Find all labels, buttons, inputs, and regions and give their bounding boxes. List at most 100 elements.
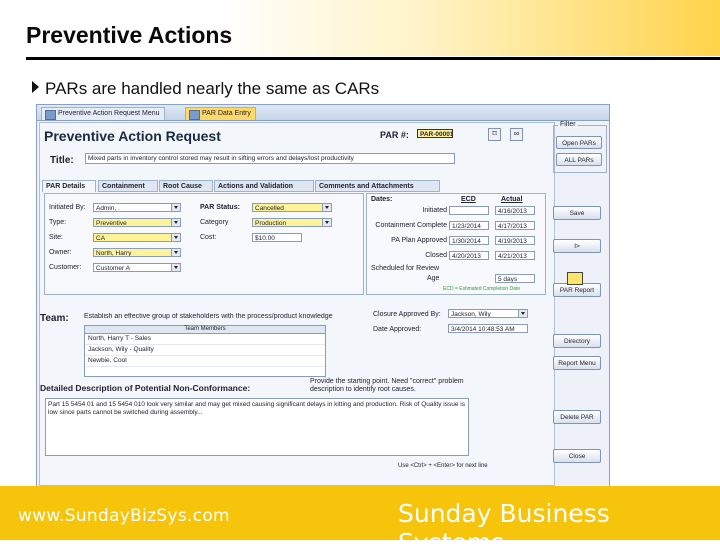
dropdown-arrow-icon[interactable] (322, 204, 331, 211)
closure-approved-label: Closure Approved By: (373, 311, 441, 318)
initiated-by-field[interactable]: Admin, . (93, 203, 181, 212)
details-panel: Initiated By: Admin, . Type: Preventive … (44, 193, 364, 295)
ecd-column-header: ECD (461, 196, 476, 203)
footer-hint: Use <Ctrl> + <Enter> for next line (398, 463, 488, 469)
closure-approved-field[interactable]: Jackson, Wily (448, 309, 528, 318)
tab-comments-attachments[interactable]: Comments and Attachments (315, 180, 440, 192)
slide-title: Preventive Actions (26, 22, 233, 48)
team-member-row[interactable]: Newbie, Cool (85, 356, 325, 367)
tab-par-data-entry[interactable]: PAR Data Entry (185, 107, 256, 120)
category-label: Category (200, 219, 229, 226)
filter-group-label: Filter (558, 121, 578, 128)
type-label: Type: (49, 219, 67, 226)
nonconformance-field[interactable]: Part 15 5454 01 and 15 5454 010 look ver… (45, 398, 469, 456)
ecd-legend: ECD = Estimated Completion Date (443, 286, 521, 292)
dropdown-arrow-icon[interactable] (518, 310, 527, 317)
par-form: Preventive Action Request PAR #: PAR-000… (39, 122, 555, 486)
date-row-label: PA Plan Approved (391, 237, 447, 244)
report-menu-button[interactable]: Report Menu (553, 356, 601, 370)
slide-footer-band: www.SundayBizSys.com Sunday Business Sys… (0, 486, 720, 557)
next-record-button[interactable]: I> (553, 239, 601, 253)
filter-group: Filter Open PARs ALL PARs (553, 121, 607, 173)
age-label: Age (427, 275, 440, 282)
bullet-point: PARs are handled nearly the same as CARs (32, 79, 379, 99)
binoculars-icon[interactable]: ∞ (510, 128, 523, 141)
scheduled-review-label: Scheduled for Review (371, 265, 440, 272)
grid-header: Team Members (85, 326, 325, 334)
initiated-by-label: Initiated By: (49, 204, 86, 211)
ecd-date-field[interactable]: 1/30/2014 (449, 236, 489, 245)
tab-par-menu[interactable]: Preventive Action Request Menu (41, 107, 165, 120)
date-approved-label: Date Approved: (373, 326, 422, 333)
company-name: Sunday Business Systems (398, 499, 610, 557)
dropdown-arrow-icon[interactable] (171, 264, 180, 271)
par-status-label: PAR Status: (200, 204, 240, 211)
report-icon (567, 272, 583, 285)
ecd-date-field[interactable]: 4/20/2013 (449, 251, 489, 260)
team-description: Establish an effective group of stakehol… (84, 313, 333, 320)
open-pars-button[interactable]: Open PARs (556, 136, 602, 149)
date-approved-field[interactable]: 3/4/2014 10:48:53 AM (448, 324, 528, 333)
dropdown-arrow-icon[interactable] (171, 234, 180, 241)
type-field[interactable]: Preventive (93, 218, 181, 227)
age-field: 5 days (495, 274, 535, 283)
team-members-grid: Team Members North, Harry T - Sales Jacks… (84, 325, 326, 377)
dropdown-arrow-icon[interactable] (171, 219, 180, 226)
owner-field[interactable]: North, Harry (93, 248, 181, 257)
website-url: www.SundayBizSys.com (18, 506, 230, 526)
date-row-label: Closed (425, 252, 447, 259)
form-icon (189, 110, 200, 120)
par-number-label: PAR #: (380, 130, 409, 140)
ecd-date-field[interactable] (449, 206, 489, 215)
dropdown-arrow-icon[interactable] (171, 204, 180, 211)
team-rows: North, Harry T - Sales Jackson, Wily - Qu… (85, 334, 325, 367)
par-status-field[interactable]: Cancelled (252, 203, 332, 212)
par-report-button[interactable]: PAR Report (553, 283, 601, 297)
all-pars-button[interactable]: ALL PARs (556, 153, 602, 166)
form-title: Preventive Action Request (44, 128, 221, 144)
team-label: Team: (40, 313, 69, 324)
cost-field[interactable]: $10.00 (252, 233, 302, 242)
dropdown-arrow-icon[interactable] (171, 249, 180, 256)
actual-date-field[interactable]: 4/19/2013 (495, 236, 535, 245)
window-tab-strip: Preventive Action Request Menu PAR Data … (37, 105, 609, 121)
customer-field[interactable]: Customer A (93, 263, 181, 272)
close-button[interactable]: Close (553, 449, 601, 463)
nonconformance-label: Detailed Description of Potential Non-Co… (40, 383, 251, 393)
bullet-arrow-icon (32, 81, 39, 93)
actual-column-header: Actual (501, 196, 523, 203)
team-member-row[interactable]: North, Harry T - Sales (85, 334, 325, 345)
dates-panel: Dates: ECD Actual Initiated 4/16/2013 Cont… (366, 193, 546, 295)
customer-label: Customer: (49, 264, 82, 271)
actual-date-field[interactable]: 4/17/2013 (495, 221, 535, 230)
category-field[interactable]: Production (252, 218, 332, 227)
tab-root-cause[interactable]: Root Cause (159, 180, 213, 192)
team-member-row[interactable]: Jackson, Wily - Quality (85, 345, 325, 356)
copy-icon[interactable]: ⌑ (488, 128, 501, 141)
cost-label: Cost: (200, 234, 217, 241)
ecd-date-field[interactable]: 1/23/2014 (449, 221, 489, 230)
tab-par-details[interactable]: PAR Details (42, 180, 96, 192)
par-number-field[interactable]: PAR-00001 (417, 129, 453, 138)
owner-label: Owner: (49, 249, 72, 256)
actual-date-field[interactable]: 4/16/2013 (495, 206, 535, 215)
delete-par-button[interactable]: Delete PAR (553, 410, 601, 424)
form-icon (45, 110, 56, 120)
bullet-text: PARs are handled nearly the same as CARs (45, 79, 380, 98)
dates-header: Dates: (371, 196, 393, 203)
title-field[interactable]: Mixed parts in inventory control stored … (85, 153, 455, 164)
directory-button[interactable]: Directory (553, 334, 601, 348)
tab-actions-validation[interactable]: Actions and Validation (214, 180, 314, 192)
title-divider (26, 57, 720, 60)
dropdown-arrow-icon[interactable] (322, 219, 331, 226)
actual-date-field[interactable]: 4/21/2013 (495, 251, 535, 260)
form-tabs: PAR Details Containment Root Cause Actio… (42, 180, 442, 192)
action-sidebar: Filter Open PARs ALL PARs Save I> PAR Re… (553, 121, 607, 484)
hint-text: Provide the starting point. Need "correc… (310, 378, 464, 393)
title-label: Title: (50, 155, 74, 166)
app-screenshot: Preventive Action Request Menu PAR Data … (36, 104, 610, 488)
site-field[interactable]: CA (93, 233, 181, 242)
tab-containment[interactable]: Containment (98, 180, 158, 192)
save-button[interactable]: Save (553, 206, 601, 220)
date-row-label: Containment Complete (375, 222, 447, 229)
